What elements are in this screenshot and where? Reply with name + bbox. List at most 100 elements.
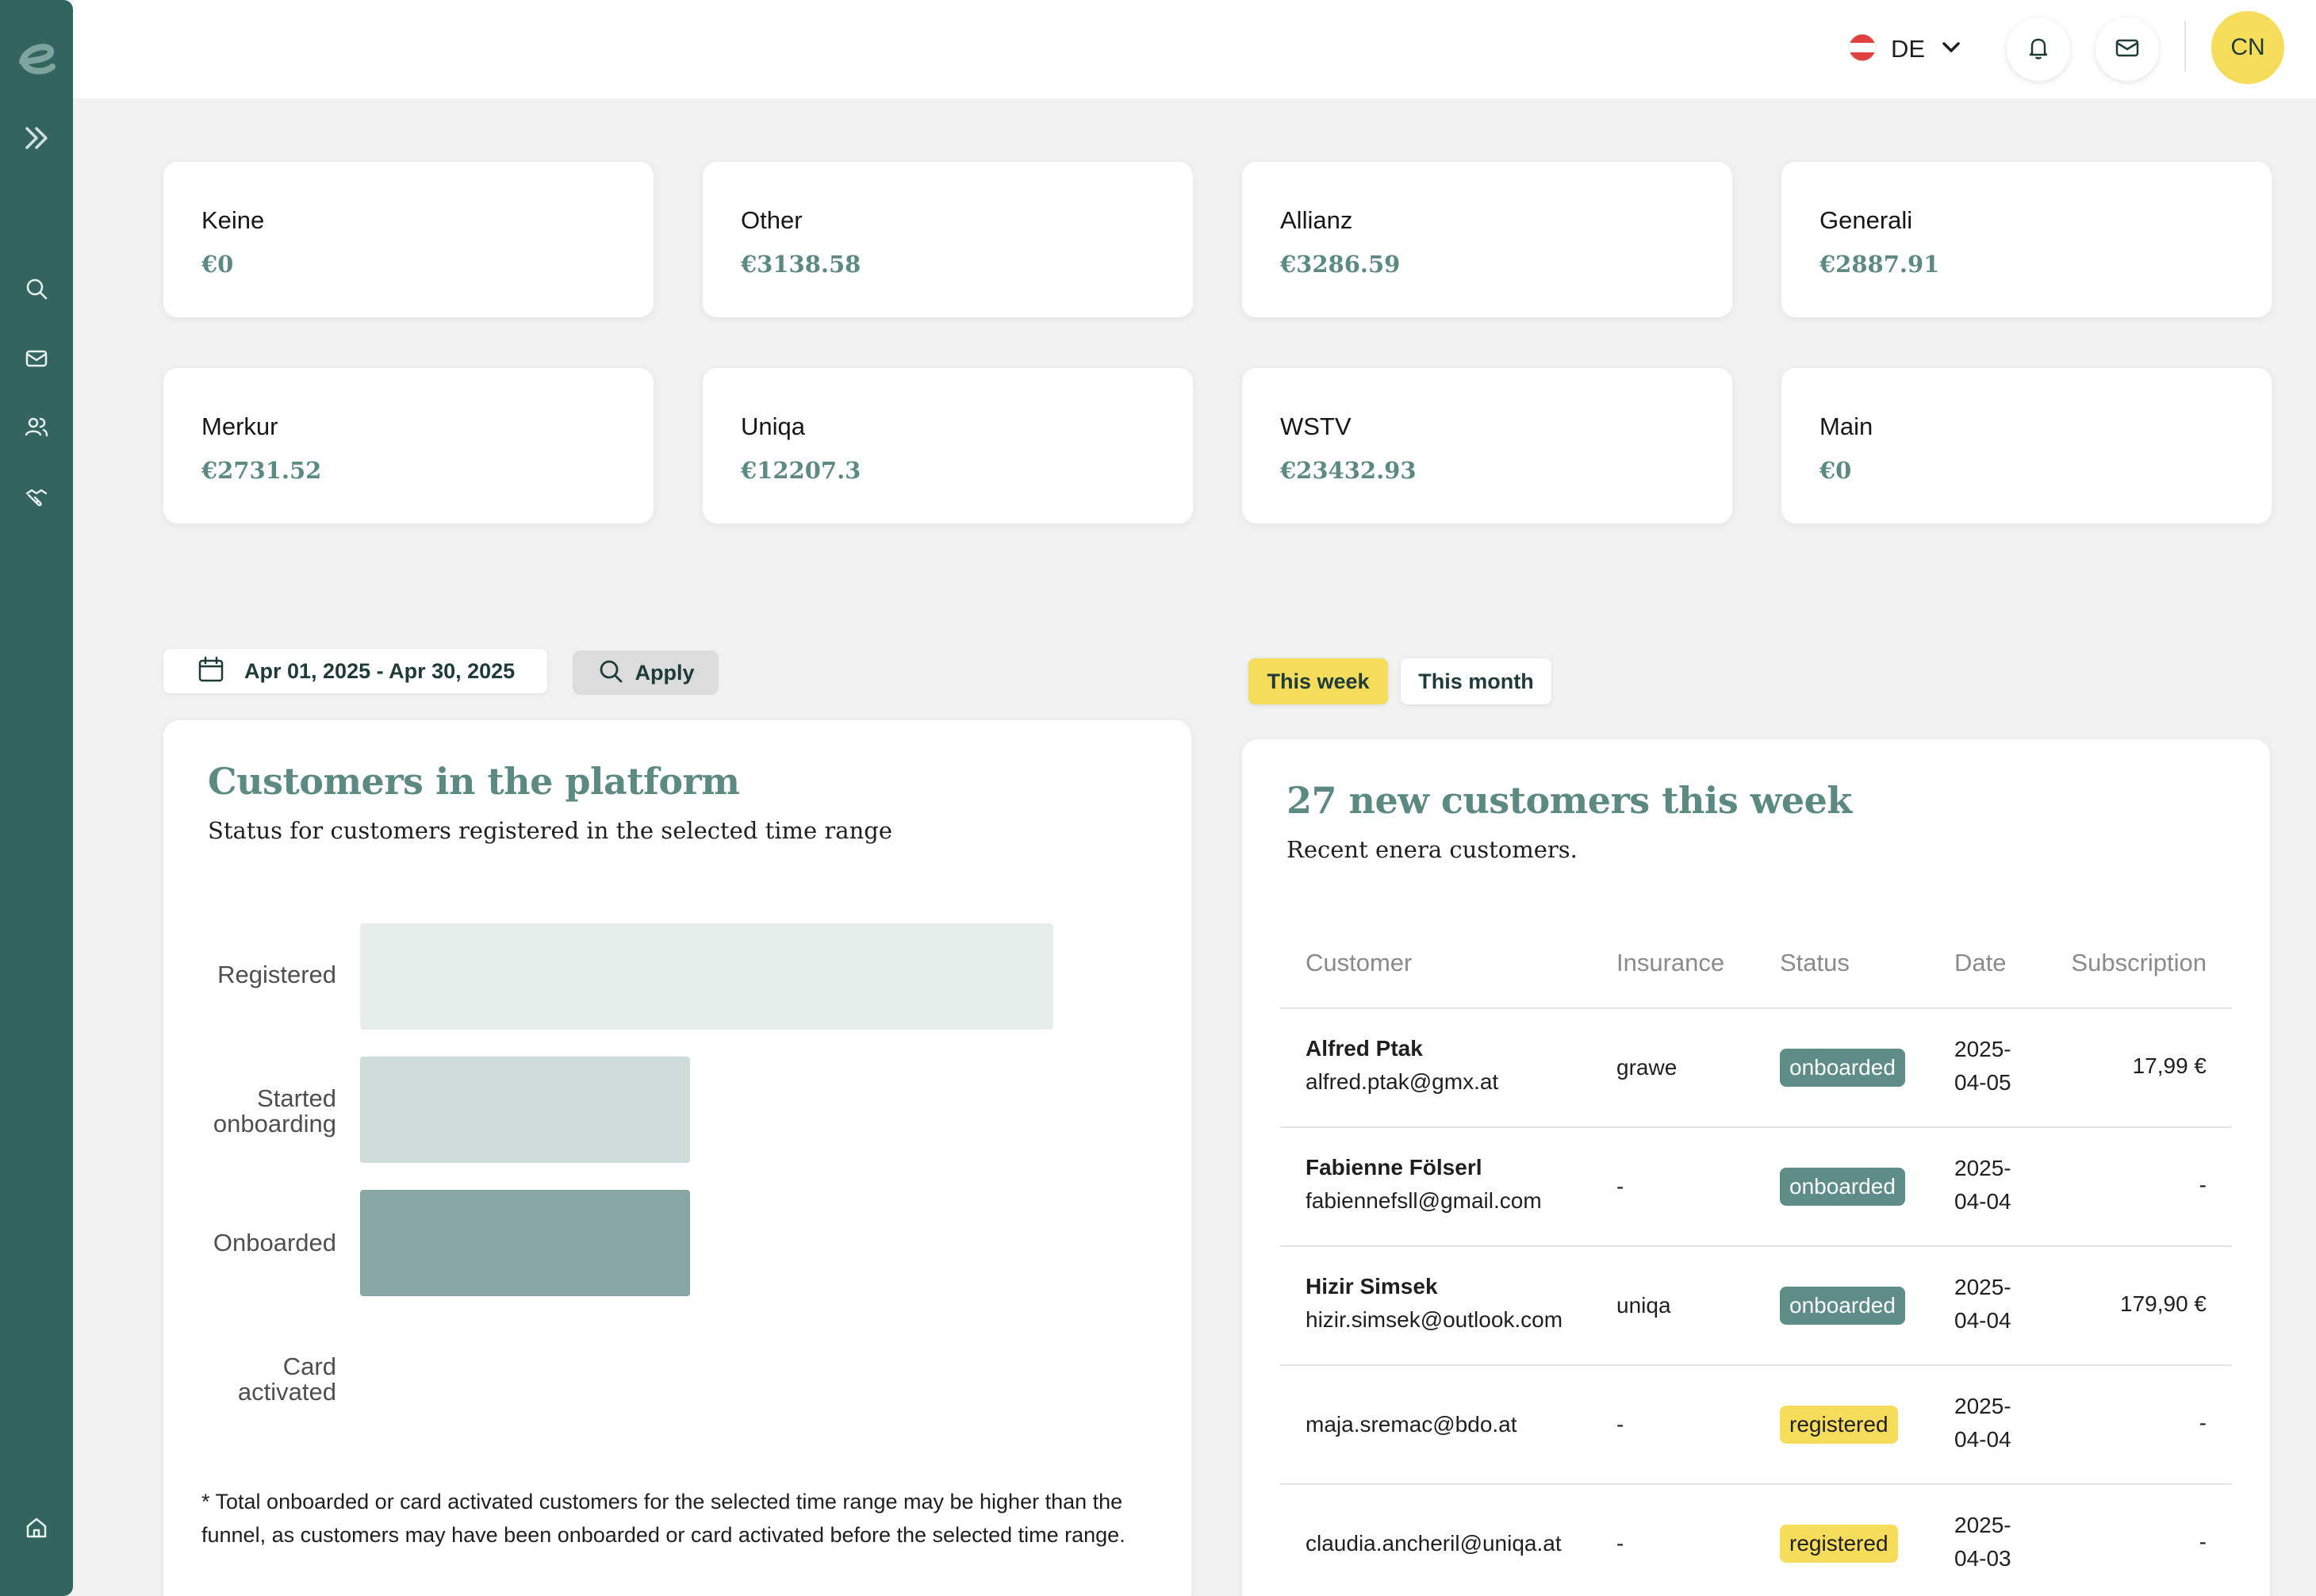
col-date[interactable]: Date <box>1954 949 2006 977</box>
toggle-this-month[interactable]: This month <box>1401 658 1551 704</box>
chevron-down-icon <box>1939 36 1963 63</box>
card-value: €12207.3 <box>741 457 861 484</box>
card-name: Generali <box>1819 206 1913 234</box>
customer-subscription: - <box>2199 1172 2207 1197</box>
card-name: Uniqa <box>741 412 805 440</box>
customers-funnel-panel: Customers in the platform Status for cus… <box>163 720 1191 1596</box>
date-part-1: 2025- <box>1954 1037 2011 1061</box>
toggle-this-week[interactable]: This week <box>1248 658 1388 704</box>
customer-subscription: - <box>2199 1410 2207 1435</box>
funnel-label-started-1: Started <box>257 1084 336 1112</box>
users-icon[interactable] <box>17 408 56 446</box>
funnel-label-started-2: onboarding <box>213 1110 336 1138</box>
funnel-label-card-1: Card <box>282 1352 336 1380</box>
table-header: Customer Insurance Status Date Subscript… <box>1280 915 2232 1009</box>
table-row[interactable]: Hizir Simsek hizir.simsek@outlook.com un… <box>1280 1247 2232 1366</box>
col-status[interactable]: Status <box>1780 949 1850 977</box>
card-name: Allianz <box>1280 206 1353 234</box>
customer-insurance: uniqa <box>1616 1293 1671 1318</box>
date-range-picker[interactable]: Apr 01, 2025 - Apr 30, 2025 <box>163 649 547 693</box>
language-selector[interactable]: DE <box>1848 29 1963 70</box>
funnel-footnote: * Total onboarded or card activated cust… <box>201 1490 1125 1547</box>
apply-button[interactable]: Apply <box>573 650 719 695</box>
date-part-1: 2025- <box>1954 1513 2011 1537</box>
customer-subscription: 17,99 € <box>2132 1053 2207 1078</box>
messages-button[interactable] <box>2096 17 2159 81</box>
funnel-labels: Registered Started onboarding Onboarded … <box>163 720 336 1514</box>
customers-table: Customer Insurance Status Date Subscript… <box>1280 915 2232 1596</box>
card-name: Merkur <box>201 412 278 440</box>
customer-name: Alfred Ptak <box>1306 1036 1423 1061</box>
funnel-label-registered: Registered <box>217 961 336 988</box>
customer-date: 2025- 04-04 <box>1954 1390 2018 1456</box>
col-customer[interactable]: Customer <box>1306 949 1412 977</box>
customer-email: hizir.simsek@outlook.com <box>1306 1307 1563 1332</box>
card-value: €3138.58 <box>741 251 861 278</box>
table-row[interactable]: Fabienne Fölserl fabiennefsll@gmail.com … <box>1280 1128 2232 1247</box>
customer-name: Fabienne Fölserl <box>1306 1155 1482 1180</box>
insurance-card-keine: Keine €0 <box>163 162 654 317</box>
customer-insurance: grawe <box>1616 1055 1678 1080</box>
sidebar <box>0 0 73 1596</box>
funnel-bar-started-onboarding <box>360 1057 690 1163</box>
customer-subscription: - <box>2199 1529 2207 1554</box>
home-icon[interactable] <box>17 1509 56 1547</box>
austria-flag-icon <box>1848 33 1877 66</box>
customer-date: 2025- 04-03 <box>1954 1509 2018 1575</box>
customer-email: alfred.ptak@gmx.at <box>1306 1069 1499 1094</box>
handshake-icon[interactable] <box>17 478 56 516</box>
card-value: €23432.93 <box>1280 457 1417 484</box>
notifications-button[interactable] <box>2007 17 2070 81</box>
mail-icon[interactable] <box>17 340 56 378</box>
date-range-text: Apr 01, 2025 - Apr 30, 2025 <box>244 658 516 683</box>
enera-logo-icon[interactable] <box>11 32 62 82</box>
apply-label: Apply <box>635 660 695 685</box>
table-row[interactable]: claudia.ancheril@uniqa.at - registered 2… <box>1280 1485 2232 1596</box>
mail-icon <box>2113 33 2142 66</box>
col-insurance[interactable]: Insurance <box>1616 949 1724 977</box>
insurance-card-other: Other €3138.58 <box>703 162 1193 317</box>
customer-date: 2025- 04-04 <box>1954 1152 2018 1218</box>
date-part-1: 2025- <box>1954 1275 2011 1299</box>
table-row[interactable]: Alfred Ptak alfred.ptak@gmx.at grawe onb… <box>1280 1009 2232 1128</box>
recent-customers-panel: 27 new customers this week Recent enera … <box>1242 739 2270 1596</box>
card-name: Main <box>1819 412 1873 440</box>
customer-insurance: - <box>1616 1174 1624 1199</box>
card-value: €0 <box>1819 457 1852 484</box>
expand-sidebar-icon[interactable] <box>17 119 56 157</box>
user-avatar[interactable]: CN <box>2211 11 2284 84</box>
date-part-2: 04-05 <box>1954 1070 2011 1095</box>
bell-icon <box>2024 33 2053 66</box>
customer-email: maja.sremac@bdo.at <box>1306 1412 1517 1437</box>
status-badge: onboarded <box>1780 1049 1905 1087</box>
top-bar <box>73 0 2316 98</box>
funnel-bar-onboarded <box>360 1190 690 1296</box>
customer-subscription: 179,90 € <box>2120 1291 2207 1316</box>
insurance-card-generali: Generali €2887.91 <box>1781 162 2272 317</box>
insurance-card-allianz: Allianz €3286.59 <box>1242 162 1732 317</box>
insurance-card-uniqa: Uniqa €12207.3 <box>703 368 1193 524</box>
funnel-label-card-2: activated <box>237 1378 336 1406</box>
search-icon[interactable] <box>17 270 56 308</box>
date-part-2: 04-03 <box>1954 1546 2011 1571</box>
table-row[interactable]: maja.sremac@bdo.at - registered 2025- 04-… <box>1280 1366 2232 1485</box>
customer-email: claudia.ancheril@uniqa.at <box>1306 1531 1562 1556</box>
search-icon <box>596 657 625 689</box>
card-name: Other <box>741 206 803 234</box>
recent-title: 27 new customers this week <box>1286 779 1852 822</box>
card-value: €3286.59 <box>1280 251 1401 278</box>
col-subscription[interactable]: Subscription <box>2071 949 2207 977</box>
recent-subtitle: Recent enera customers. <box>1286 836 1578 863</box>
date-part-2: 04-04 <box>1954 1308 2011 1333</box>
customer-insurance: - <box>1616 1531 1624 1556</box>
customer-date: 2025- 04-05 <box>1954 1033 2018 1099</box>
status-badge: onboarded <box>1780 1287 1905 1325</box>
customer-insurance: - <box>1616 1412 1624 1437</box>
card-name: Keine <box>201 206 265 234</box>
date-part-1: 2025- <box>1954 1394 2011 1418</box>
funnel-label-onboarded: Onboarded <box>213 1229 336 1256</box>
customer-email: fabiennefsll@gmail.com <box>1306 1188 1542 1213</box>
card-value: €2887.91 <box>1819 251 1940 278</box>
status-badge: onboarded <box>1780 1168 1905 1206</box>
card-value: €0 <box>201 251 234 278</box>
